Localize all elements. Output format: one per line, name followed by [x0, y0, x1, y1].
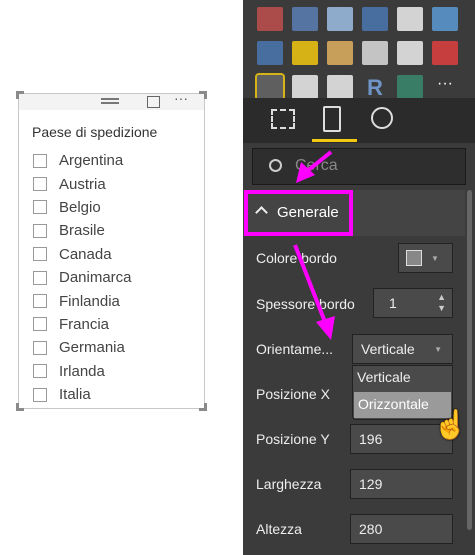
slicer-item-label: Argentina	[59, 152, 124, 170]
slicer-item-label: Germania	[59, 339, 125, 357]
checkbox[interactable]	[33, 387, 47, 402]
slicer-item[interactable]: Germania	[33, 336, 132, 359]
slicer-item-label: Brasile	[59, 222, 105, 240]
slicer-item[interactable]: Belgio	[33, 196, 132, 219]
checkbox[interactable]	[33, 153, 47, 168]
slicer-header: ···	[19, 90, 204, 110]
slicer-item[interactable]: Francia	[33, 313, 132, 336]
checkbox[interactable]	[33, 294, 47, 309]
slicer-item[interactable]: Argentina	[33, 149, 132, 172]
slicer-item-label: Danimarca	[59, 269, 132, 287]
checkbox[interactable]	[33, 247, 47, 262]
drag-handle-icon[interactable]	[101, 98, 119, 104]
slicer-item-label: Italia	[59, 386, 91, 404]
slicer-visual[interactable]: ··· Paese di spedizione Argentina Austria…	[16, 90, 207, 411]
slicer-item-label: Belgio	[59, 198, 101, 216]
more-options-icon[interactable]: ···	[174, 90, 188, 106]
slicer-title: Paese di spedizione	[32, 124, 158, 140]
slicer-item[interactable]: Canada	[33, 243, 132, 266]
slicer-item-label: Finlandia	[59, 292, 120, 310]
slicer-item[interactable]: Austria	[33, 172, 132, 195]
slicer-item[interactable]: Irlanda	[33, 360, 132, 383]
slicer-item-label: Irlanda	[59, 362, 105, 380]
slicer-item-label: Austria	[59, 175, 106, 193]
checkbox[interactable]	[33, 340, 47, 355]
checkbox[interactable]	[33, 364, 47, 379]
checkbox[interactable]	[33, 317, 47, 332]
slicer-item[interactable]: Finlandia	[33, 289, 132, 312]
slicer-item[interactable]: Brasile	[33, 219, 132, 242]
focus-mode-icon[interactable]	[147, 96, 160, 108]
checkbox[interactable]	[33, 177, 47, 192]
checkbox[interactable]	[33, 200, 47, 215]
slicer-item-label: Canada	[59, 245, 112, 263]
checkbox[interactable]	[33, 270, 47, 285]
slicer-item[interactable]: Danimarca	[33, 266, 132, 289]
checkbox[interactable]	[33, 223, 47, 238]
annotation-arrows	[293, 150, 335, 340]
slicer-item-label: Francia	[59, 315, 110, 333]
slicer-item[interactable]: Italia	[33, 383, 132, 406]
visualizations-pane: R··· Cerca Generale Colore bordo ▼ Spess…	[243, 0, 475, 555]
